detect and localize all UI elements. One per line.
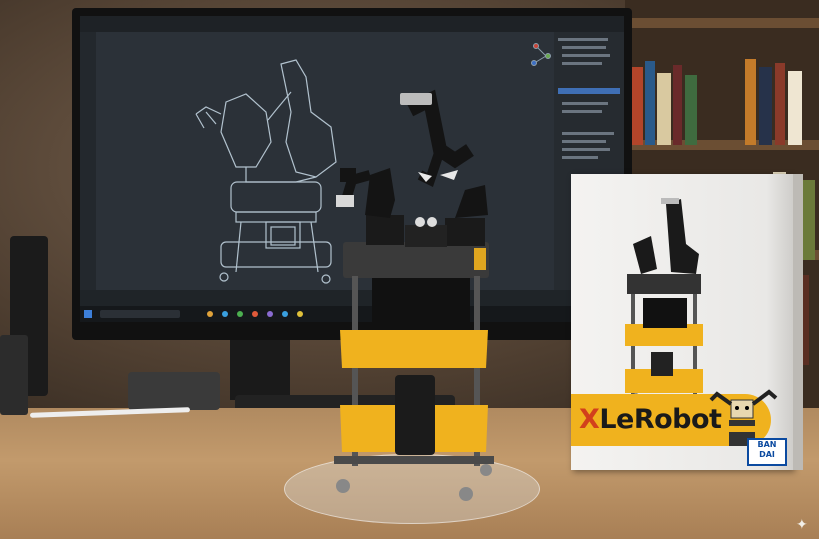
box-mascot	[709, 389, 778, 446]
bandai-badge: BAN DAI	[747, 438, 787, 466]
box-side	[793, 174, 803, 470]
product-box: XLeRobot BAN DAI	[571, 174, 803, 470]
sparkle-icon: ✦	[796, 517, 808, 533]
